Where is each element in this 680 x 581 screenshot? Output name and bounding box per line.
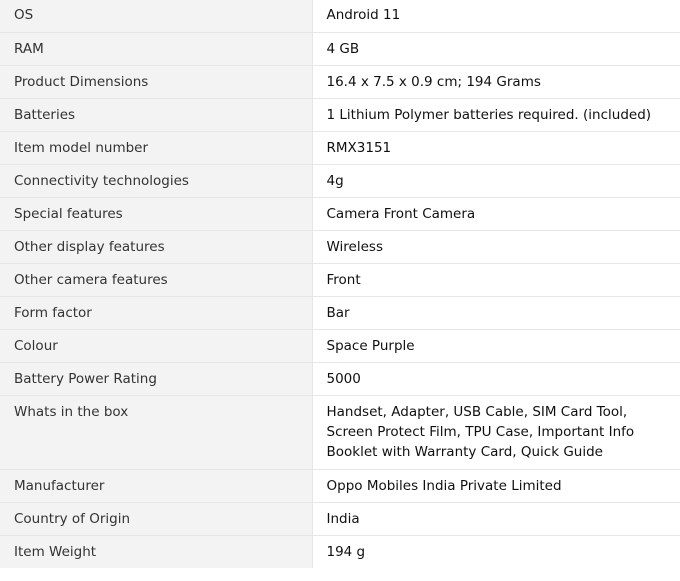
table-row: Batteries 1 Lithium Polymer batteries re… (0, 97, 680, 131)
spec-value: Handset, Adapter, USB Cable, SIM Card To… (312, 394, 680, 469)
table-row: Manufacturer Oppo Mobiles India Private … (0, 468, 680, 502)
spec-label: Colour (0, 328, 313, 362)
spec-label: Connectivity technologies (0, 163, 313, 197)
spec-label: Batteries (0, 97, 313, 131)
table-row: RAM 4 GB (0, 31, 680, 65)
spec-label: Item Weight (0, 534, 313, 568)
table-row: Item model number RMX3151 (0, 130, 680, 164)
table-row: Colour Space Purple (0, 328, 680, 362)
table-row: OS Android 11 (0, 0, 680, 32)
table-row: Product Dimensions 16.4 x 7.5 x 0.9 cm; … (0, 64, 680, 98)
spec-value: Wireless (312, 229, 680, 263)
spec-label: Item model number (0, 130, 313, 164)
table-row: Special features Camera Front Camera (0, 196, 680, 230)
spec-value: Android 11 (312, 0, 680, 32)
table-row: Other camera features Front (0, 262, 680, 296)
spec-label: Battery Power Rating (0, 361, 313, 395)
spec-value: 16.4 x 7.5 x 0.9 cm; 194 Grams (312, 64, 680, 98)
table-row: Item Weight 194 g (0, 534, 680, 568)
spec-value: Front (312, 262, 680, 296)
spec-value: 4 GB (312, 31, 680, 65)
spec-value: Camera Front Camera (312, 196, 680, 230)
spec-label: Product Dimensions (0, 64, 313, 98)
spec-label: Form factor (0, 295, 313, 329)
spec-label: OS (0, 0, 313, 32)
spec-label: Manufacturer (0, 468, 313, 502)
table-row: Whats in the box Handset, Adapter, USB C… (0, 394, 680, 469)
spec-value: 1 Lithium Polymer batteries required. (i… (312, 97, 680, 131)
spec-label: Whats in the box (0, 394, 313, 469)
spec-label: Special features (0, 196, 313, 230)
table-row: Other display features Wireless (0, 229, 680, 263)
spec-value: Bar (312, 295, 680, 329)
table-row: Form factor Bar (0, 295, 680, 329)
spec-label: Other display features (0, 229, 313, 263)
spec-label: Country of Origin (0, 501, 313, 535)
table-row: Battery Power Rating 5000 (0, 361, 680, 395)
spec-value: 4g (312, 163, 680, 197)
spec-value: Space Purple (312, 328, 680, 362)
spec-label: RAM (0, 31, 313, 65)
spec-label: Other camera features (0, 262, 313, 296)
spec-value: 5000 (312, 361, 680, 395)
spec-value: 194 g (312, 534, 680, 568)
table-row: Country of Origin India (0, 501, 680, 535)
product-specs-table: OS Android 11 RAM 4 GB Product Dimension… (0, 0, 680, 568)
spec-value: Oppo Mobiles India Private Limited (312, 468, 680, 502)
spec-value: India (312, 501, 680, 535)
spec-value: RMX3151 (312, 130, 680, 164)
table-row: Connectivity technologies 4g (0, 163, 680, 197)
